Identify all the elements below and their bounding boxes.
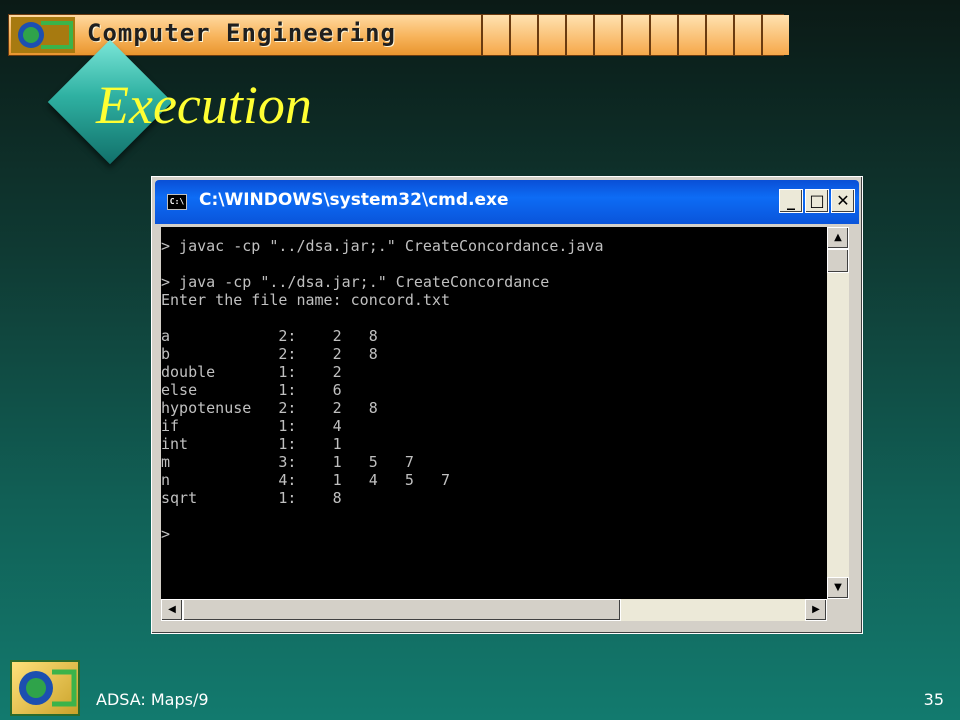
vertical-scroll-thumb[interactable] xyxy=(827,249,849,273)
close-button[interactable]: ✕ xyxy=(831,189,855,213)
console-line: n 4: 1 4 5 7 xyxy=(161,471,450,489)
scroll-right-button[interactable]: ▶ xyxy=(805,599,827,621)
footer-course: ADSA: Maps/9 xyxy=(96,690,209,709)
page-number: 35 xyxy=(923,690,944,709)
course-banner: Computer Engineering xyxy=(8,14,789,56)
scroll-up-button[interactable]: ▲ xyxy=(827,227,849,249)
footer-logo-icon xyxy=(10,660,80,716)
maximize-button[interactable]: □ xyxy=(805,189,829,213)
scroll-left-button[interactable]: ◀ xyxy=(161,599,183,621)
scrollbar-corner xyxy=(827,599,849,621)
banner-decoration xyxy=(481,15,789,55)
logo-icon xyxy=(11,17,75,53)
console-line: b 2: 2 8 xyxy=(161,345,378,363)
minimize-button[interactable]: _ xyxy=(779,189,803,213)
scroll-down-button[interactable]: ▼ xyxy=(827,577,849,599)
console-line: else 1: 6 xyxy=(161,381,342,399)
horizontal-scrollbar[interactable]: ◀ ▶ xyxy=(161,599,827,621)
console-line: int 1: 1 xyxy=(161,435,342,453)
console-prompt: > xyxy=(161,525,171,543)
window-titlebar[interactable]: C:\ C:\WINDOWS\system32\cmd.exe _ □ ✕ xyxy=(155,180,859,224)
banner-title: Computer Engineering xyxy=(87,19,396,47)
slide-title: Execution xyxy=(96,75,312,135)
console-line: > javac -cp "../dsa.jar;." CreateConcord… xyxy=(161,237,604,255)
horizontal-scroll-thumb[interactable] xyxy=(183,599,621,621)
cmd-icon[interactable]: C:\ xyxy=(167,194,187,210)
console-line: double 1: 2 xyxy=(161,363,342,381)
console-line: sqrt 1: 8 xyxy=(161,489,342,507)
cmd-window: C:\ C:\WINDOWS\system32\cmd.exe _ □ ✕ > … xyxy=(151,176,863,634)
console-line: hypotenuse 2: 2 8 xyxy=(161,399,378,417)
console-line: a 2: 2 8 xyxy=(161,327,378,345)
console-line: if 1: 4 xyxy=(161,417,342,435)
console-output[interactable]: > javac -cp "../dsa.jar;." CreateConcord… xyxy=(161,227,827,599)
console-line: > java -cp "../dsa.jar;." CreateConcorda… xyxy=(161,273,550,291)
console-line: m 3: 1 5 7 xyxy=(161,453,414,471)
window-title: C:\WINDOWS\system32\cmd.exe xyxy=(199,190,509,210)
console-line: Enter the file name: concord.txt xyxy=(161,291,450,309)
vertical-scrollbar[interactable]: ▲ ▼ xyxy=(827,227,849,599)
